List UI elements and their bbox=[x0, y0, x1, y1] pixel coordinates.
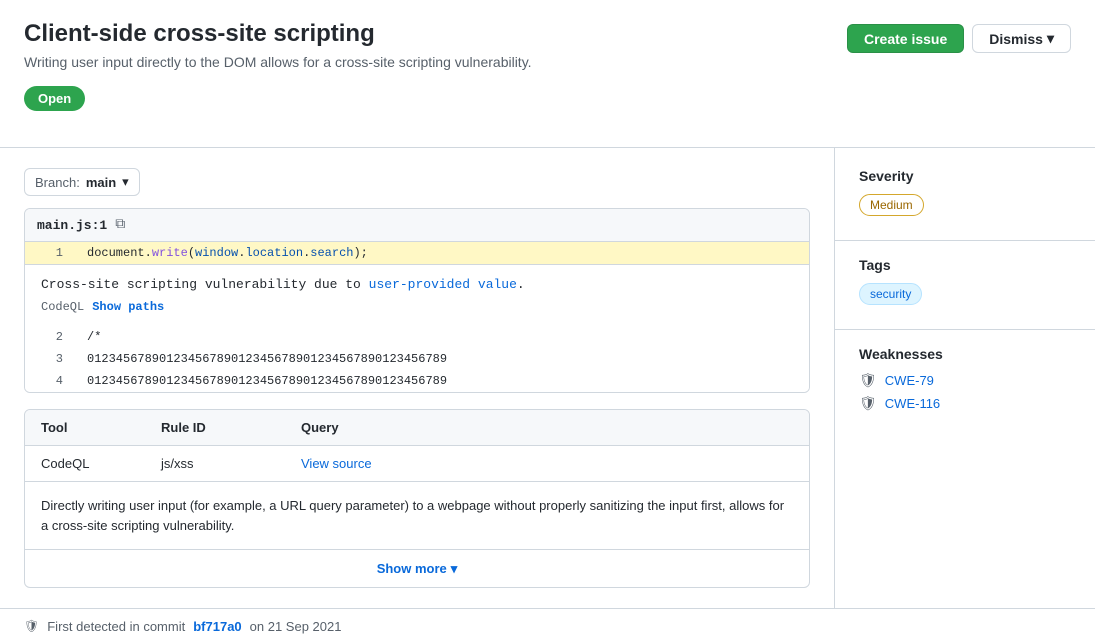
branch-name: main bbox=[86, 175, 116, 190]
tool-table-header: Tool Rule ID Query bbox=[25, 410, 809, 446]
dismiss-label: Dismiss bbox=[989, 31, 1043, 47]
line-number: 4 bbox=[25, 370, 75, 392]
alert-source: CodeQL bbox=[41, 300, 84, 314]
title-area: Client-side cross-site scripting Writing… bbox=[24, 20, 532, 131]
line-content: 0123456789012345678901234567890123456789… bbox=[75, 370, 459, 392]
code-header: main.js:1 ⧉ bbox=[25, 209, 809, 242]
rule-id-value: js/xss bbox=[161, 456, 301, 471]
code-line-3: 3 01234567890123456789012345678901234567… bbox=[25, 348, 809, 370]
chevron-down-icon: ▾ bbox=[122, 174, 129, 190]
right-panel: Severity Medium Tags security Weaknesses… bbox=[835, 148, 1095, 608]
left-panel: Branch: main ▾ main.js:1 ⧉ 1 document.wr… bbox=[0, 148, 835, 608]
section-divider bbox=[835, 329, 1095, 330]
shield-icon: 🛡 bbox=[24, 619, 39, 633]
show-more-label: Show more bbox=[377, 561, 447, 576]
branch-selector[interactable]: Branch: main ▾ bbox=[24, 168, 140, 196]
description-section: Directly writing user input (for example… bbox=[25, 482, 809, 550]
tag-badge-security: security bbox=[859, 283, 922, 305]
commit-link[interactable]: bf717a0 bbox=[193, 619, 241, 634]
weakness-item-cwe116[interactable]: 🛡 CWE-116 bbox=[859, 395, 1071, 412]
alert-text: Cross-site scripting vulnerability due t… bbox=[41, 277, 793, 292]
tool-table-section: Tool Rule ID Query CodeQL js/xss View so… bbox=[24, 409, 810, 588]
line-content: /* bbox=[75, 326, 113, 348]
view-source-link[interactable]: View source bbox=[301, 456, 793, 471]
shield-icon: 🛡 bbox=[859, 372, 877, 389]
tool-table-row: CodeQL js/xss View source bbox=[25, 446, 809, 482]
code-filename: main.js:1 bbox=[37, 218, 107, 233]
line-number: 1 bbox=[25, 242, 75, 264]
footer-text: First detected in commit bbox=[47, 619, 185, 634]
col-rule-id: Rule ID bbox=[161, 420, 301, 435]
create-issue-button[interactable]: Create issue bbox=[847, 24, 964, 53]
main-layout: Branch: main ▾ main.js:1 ⧉ 1 document.wr… bbox=[0, 148, 1095, 608]
weakness-label: CWE-116 bbox=[885, 396, 940, 411]
section-divider bbox=[835, 240, 1095, 241]
status-badge: Open bbox=[24, 86, 85, 111]
page-title: Client-side cross-site scripting bbox=[24, 20, 532, 48]
chevron-down-icon: ▾ bbox=[1047, 30, 1054, 47]
shield-icon: 🛡 bbox=[859, 395, 877, 412]
tags-section: Tags security bbox=[859, 257, 1071, 305]
dismiss-button[interactable]: Dismiss ▾ bbox=[972, 24, 1071, 53]
show-paths-link[interactable]: Show paths bbox=[92, 300, 164, 314]
tags-title: Tags bbox=[859, 257, 1071, 273]
weakness-item-cwe79[interactable]: 🛡 CWE-79 bbox=[859, 372, 1071, 389]
code-line-4: 4 01234567890123456789012345678901234567… bbox=[25, 370, 809, 392]
footer-date: on 21 Sep 2021 bbox=[250, 619, 342, 634]
user-provided-value-link[interactable]: user-provided value bbox=[369, 277, 517, 292]
show-more-section: Show more ▾ bbox=[25, 550, 809, 587]
branch-label: Branch: bbox=[35, 175, 80, 190]
highlighted-code-line: 1 document.write(window.location.search)… bbox=[25, 242, 809, 264]
severity-section: Severity Medium bbox=[859, 168, 1071, 216]
col-query: Query bbox=[301, 420, 793, 435]
tool-value: CodeQL bbox=[41, 456, 161, 471]
col-tool: Tool bbox=[41, 420, 161, 435]
header-actions: Client-side cross-site scripting Writing… bbox=[24, 20, 1071, 131]
weaknesses-title: Weaknesses bbox=[859, 346, 1071, 362]
show-more-button[interactable]: Show more ▾ bbox=[377, 561, 458, 577]
header-buttons: Create issue Dismiss ▾ bbox=[847, 24, 1071, 53]
page-header: Client-side cross-site scripting Writing… bbox=[0, 0, 1095, 131]
severity-title: Severity bbox=[859, 168, 1071, 184]
alert-box: Cross-site scripting vulnerability due t… bbox=[25, 264, 809, 326]
description-text: Directly writing user input (for example… bbox=[41, 498, 784, 533]
line-content: 0123456789012345678901234567890123456789… bbox=[75, 348, 459, 370]
line-number: 2 bbox=[25, 326, 75, 348]
weakness-label: CWE-79 bbox=[885, 373, 934, 388]
line-number: 3 bbox=[25, 348, 75, 370]
page-container: Client-side cross-site scripting Writing… bbox=[0, 0, 1095, 644]
weaknesses-section: Weaknesses 🛡 CWE-79 🛡 CWE-116 bbox=[859, 346, 1071, 412]
code-block: main.js:1 ⧉ 1 document.write(window.loca… bbox=[24, 208, 810, 393]
page-subtitle: Writing user input directly to the DOM a… bbox=[24, 54, 532, 70]
chevron-down-icon: ▾ bbox=[451, 561, 458, 577]
code-line-2: 2 /* bbox=[25, 326, 809, 348]
severity-badge: Medium bbox=[859, 194, 924, 216]
copy-icon[interactable]: ⧉ bbox=[115, 217, 125, 233]
footer-bar: 🛡 First detected in commit bf717a0 on 21… bbox=[0, 608, 1095, 644]
alert-footer: CodeQL Show paths bbox=[41, 300, 793, 314]
line-content: document.write(window.location.search); bbox=[75, 242, 380, 264]
